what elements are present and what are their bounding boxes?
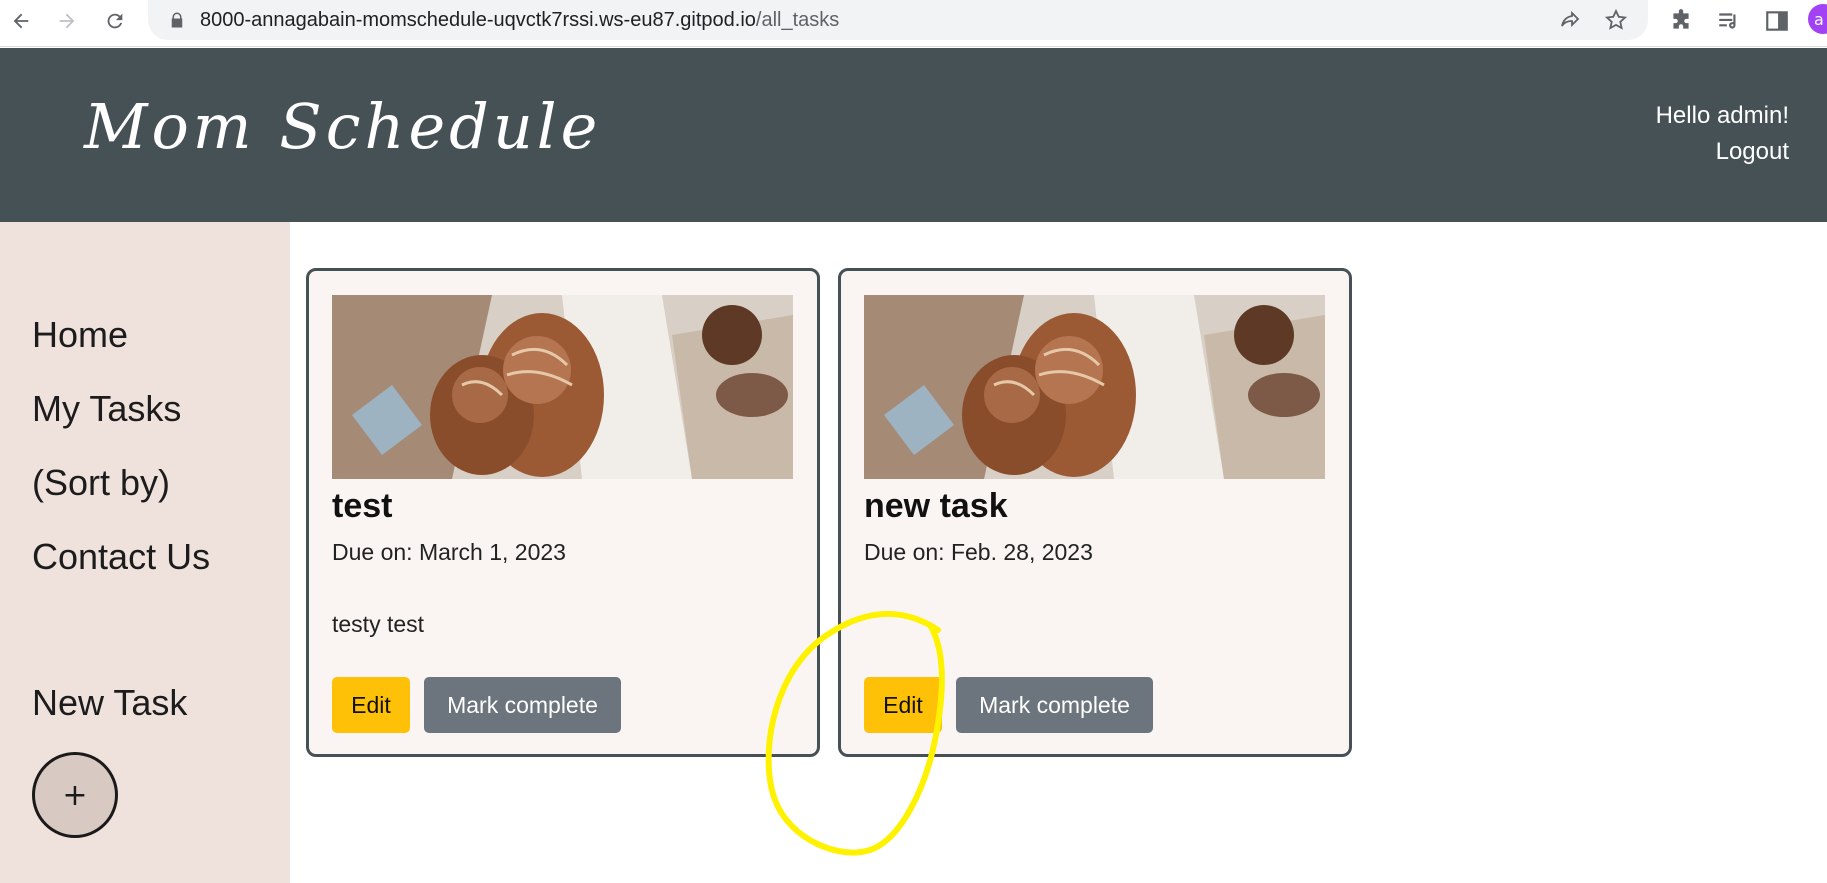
sidebar-item-sort-by[interactable]: (Sort by): [32, 462, 170, 504]
edit-button[interactable]: Edit: [332, 677, 410, 733]
task-card: test Due on: March 1, 2023 testy test Ed…: [306, 268, 820, 757]
url-host: 8000-annagabain-momschedule-uqvctk7rssi.…: [200, 9, 756, 31]
plus-icon: +: [62, 777, 88, 813]
task-due-date: Due on: Feb. 28, 2023: [864, 539, 1093, 565]
profile-avatar[interactable]: a: [1808, 4, 1827, 34]
task-image: [864, 295, 1325, 479]
new-task-label[interactable]: New Task: [32, 682, 187, 724]
mark-complete-button[interactable]: Mark complete: [956, 677, 1153, 733]
task-title: new task: [864, 487, 1008, 525]
browser-toolbar: 8000-annagabain-momschedule-uqvctk7rssi.…: [0, 0, 1827, 47]
bookmark-star-icon[interactable]: [1604, 8, 1628, 32]
sidebar-item-home[interactable]: Home: [32, 314, 128, 356]
reload-icon[interactable]: [100, 6, 130, 36]
task-due-date: Due on: March 1, 2023: [332, 539, 566, 565]
user-menu: Hello admin! Logout: [1656, 98, 1789, 170]
extensions-puzzle-icon[interactable]: [1668, 8, 1694, 34]
address-bar[interactable]: 8000-annagabain-momschedule-uqvctk7rssi.…: [148, 0, 1648, 40]
side-panel-icon[interactable]: [1764, 8, 1790, 34]
greeting-text: Hello admin!: [1655, 102, 1789, 129]
lock-icon[interactable]: [168, 11, 186, 29]
profile-initial: a: [1814, 9, 1824, 29]
brand-title[interactable]: Mom Schedule: [84, 90, 601, 163]
reading-list-icon[interactable]: [1716, 8, 1742, 34]
mark-complete-button[interactable]: Mark complete: [424, 677, 621, 733]
task-image: [332, 295, 793, 479]
sidebar-item-my-tasks[interactable]: My Tasks: [32, 388, 181, 430]
url-text[interactable]: 8000-annagabain-momschedule-uqvctk7rssi.…: [200, 9, 839, 32]
logout-link[interactable]: Logout: [1656, 134, 1789, 170]
site-header: Mom Schedule Hello admin! Logout: [0, 48, 1827, 222]
add-task-button[interactable]: +: [32, 752, 118, 838]
sidebar: Home My Tasks (Sort by) Contact Us New T…: [0, 222, 290, 883]
url-path: /all_tasks: [755, 9, 840, 31]
forward-arrow-icon[interactable]: [52, 6, 82, 36]
edit-button[interactable]: Edit: [864, 677, 942, 733]
task-card: new task Due on: Feb. 28, 2023 Edit Mark…: [838, 268, 1352, 757]
sidebar-item-contact-us[interactable]: Contact Us: [32, 536, 210, 578]
back-arrow-icon[interactable]: [6, 6, 36, 36]
task-description: testy test: [332, 611, 425, 637]
task-title: test: [332, 487, 393, 525]
share-icon[interactable]: [1558, 8, 1582, 32]
